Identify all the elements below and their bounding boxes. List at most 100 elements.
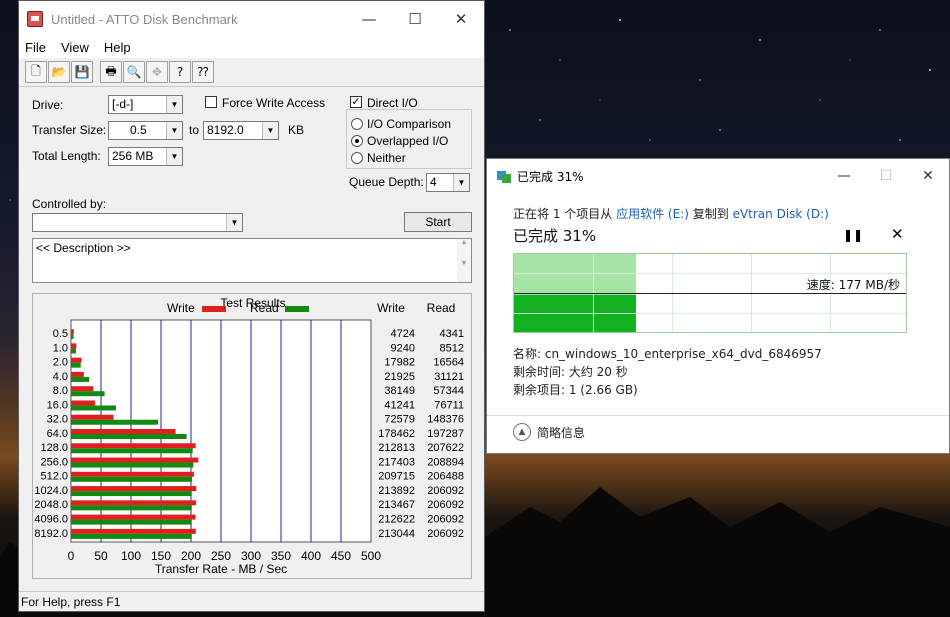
bar-read <box>71 434 187 439</box>
write-value: 209715 <box>378 471 415 483</box>
read-value: 4341 <box>440 328 464 340</box>
bar-write <box>71 471 194 477</box>
read-value: 208894 <box>427 456 464 468</box>
drive-select[interactable]: [-d-] ▼ <box>108 95 183 114</box>
fewer-details-button[interactable]: ▲ 简略信息 <box>513 423 585 441</box>
x-tick-label: 250 <box>211 549 231 563</box>
copy-minimize-button[interactable]: — <box>823 159 865 193</box>
x-tick-label: 500 <box>361 549 381 563</box>
overlapped-io-label: Overlapped I/O <box>367 134 449 148</box>
bar-read <box>71 334 74 340</box>
move-icon: ✥ <box>146 61 168 83</box>
print-preview-icon[interactable]: 🔍 <box>123 61 145 83</box>
pause-icon[interactable]: ❚❚ <box>843 228 863 242</box>
y-tick-label: 64.0 <box>47 428 68 440</box>
read-value: 76711 <box>434 399 464 411</box>
bar-read <box>71 362 81 368</box>
source-link[interactable]: 应用软件 (E:) <box>616 207 689 221</box>
atto-window: Untitled - ATTO Disk Benchmark — ☐ ✕ Fil… <box>18 0 485 612</box>
write-value: 4724 <box>391 328 415 340</box>
y-tick-label: 256.0 <box>40 456 68 468</box>
overlapped-io-radio[interactable] <box>351 135 363 147</box>
read-value: 207622 <box>427 442 464 454</box>
read-value: 197287 <box>427 428 464 440</box>
menu-help[interactable]: Help <box>104 40 131 55</box>
legend-label-read: Read <box>250 301 279 315</box>
x-axis-label: Transfer Rate - MB / Sec <box>155 562 287 576</box>
maximize-button[interactable]: ☐ <box>392 1 438 37</box>
direct-io-label: Direct I/O <box>367 96 418 110</box>
copy-progress-window: 已完成 31% — ☐ ✕ 正在将 1 个项目从 应用软件 (E:) 复制到 e… <box>486 158 950 454</box>
close-button[interactable]: ✕ <box>438 1 484 37</box>
x-tick-label: 200 <box>181 549 201 563</box>
controlled-by-label: Controlled by: <box>32 197 107 211</box>
queue-depth-select[interactable]: 4 ▼ <box>426 173 470 192</box>
bar-write <box>71 528 196 534</box>
write-value: 21925 <box>384 371 415 383</box>
column-header-read: Read <box>427 301 456 315</box>
queue-depth-value: 4 <box>430 175 437 189</box>
test-results-panel: Test Results Write Read 0 50 100 150 200 250 300 3… <box>32 293 472 579</box>
menu-file[interactable]: File <box>25 40 46 55</box>
minimize-button[interactable]: — <box>346 1 392 37</box>
menu-view[interactable]: View <box>61 40 89 55</box>
bar-read <box>71 533 192 539</box>
close-icon[interactable]: ✕ <box>891 225 904 243</box>
column-header-write: Write <box>377 301 405 315</box>
bar-write <box>71 486 197 492</box>
force-write-checkbox[interactable] <box>205 96 217 108</box>
x-tick-label: 100 <box>121 549 141 563</box>
x-tick-label: 50 <box>94 549 108 563</box>
y-tick-label: 2.0 <box>53 357 68 369</box>
y-tick-label: 4096.0 <box>34 514 68 526</box>
open-icon[interactable]: 📂 <box>48 61 70 83</box>
transfer-to-select[interactable]: 8192.0 ▼ <box>203 121 279 140</box>
io-comparison-radio[interactable] <box>351 118 363 130</box>
neither-label: Neither <box>367 151 406 165</box>
grid-line <box>514 273 906 274</box>
transfer-rate-graph: 速度: 177 MB/秒 <box>513 253 907 333</box>
x-tick-label: 350 <box>271 549 291 563</box>
divider <box>487 415 949 416</box>
transfer-from-select[interactable]: 0.5 ▼ <box>108 121 183 140</box>
new-icon[interactable]: 🗋 <box>25 61 47 83</box>
controlled-by-select[interactable]: ▼ <box>32 213 243 232</box>
copy-close-button[interactable]: ✕ <box>907 159 949 193</box>
description-scrollbar[interactable]: ▲ ▼ <box>457 239 471 282</box>
help-icon[interactable]: ? <box>169 61 191 83</box>
transfer-to-value: 8192.0 <box>207 123 244 137</box>
bar-write <box>71 514 196 520</box>
bar-read <box>71 405 116 411</box>
queue-depth-label: Queue Depth: <box>349 175 424 189</box>
copy-source-line: 正在将 1 个项目从 应用软件 (E:) 复制到 eVtran Disk (D:… <box>513 205 829 222</box>
context-help-icon[interactable]: ⁇ <box>192 61 214 83</box>
direct-io-checkbox[interactable]: ✓ <box>350 96 362 108</box>
grid-line <box>514 313 906 314</box>
bar-read <box>71 419 158 425</box>
file-name: 名称: cn_windows_10_enterprise_x64_dvd_684… <box>513 347 822 361</box>
total-length-select[interactable]: 256 MB ▼ <box>108 147 183 166</box>
neither-radio[interactable] <box>351 152 363 164</box>
y-tick-label: 1.0 <box>53 342 68 354</box>
bar-read <box>71 448 193 454</box>
copy-to-text: 复制到 <box>692 207 729 221</box>
fewer-details-label: 简略信息 <box>537 425 586 440</box>
description-box[interactable]: << Description >> ▲ ▼ <box>32 238 472 283</box>
destination-link[interactable]: eVtran Disk (D:) <box>733 207 829 221</box>
bar-write <box>71 414 114 420</box>
read-value: 206488 <box>427 471 464 483</box>
start-button[interactable]: Start <box>404 212 472 232</box>
x-tick-label: 450 <box>331 549 351 563</box>
bar-write <box>71 343 77 349</box>
read-value: 148376 <box>427 414 464 426</box>
bar-read <box>71 491 192 497</box>
bar-read <box>71 348 76 354</box>
bar-write <box>71 371 84 377</box>
chevron-down-icon: ▼ <box>262 122 278 139</box>
y-tick-label: 16.0 <box>47 399 68 411</box>
save-icon[interactable]: 💾 <box>71 61 93 83</box>
y-tick-label: 512.0 <box>40 471 68 483</box>
print-icon[interactable]: 🖶 <box>100 61 122 83</box>
toolbar: 🗋 📂 💾 🖶 🔍 ✥ ? ⁇ <box>19 57 484 87</box>
menu-bar: File View Help <box>19 37 484 57</box>
